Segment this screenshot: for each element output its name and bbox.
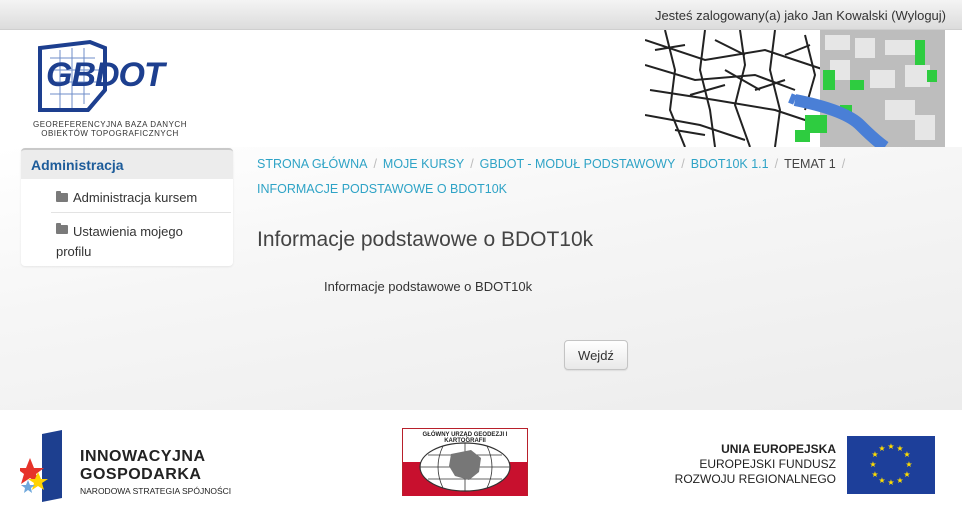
breadcrumb-course[interactable]: GBDOT - MODUŁ PODSTAWOWY xyxy=(480,157,676,171)
city-map-image xyxy=(645,30,945,147)
login-info[interactable]: Jesteś zalogowany(a) jako Jan Kowalski (… xyxy=(655,8,946,23)
sidebar-item-profile-settings[interactable]: Ustawienia mojego profilu xyxy=(56,222,216,262)
breadcrumb-section[interactable]: BDOT10K 1.1 xyxy=(691,157,769,171)
logo-word: GBDOT xyxy=(46,56,165,94)
ig-line2: GOSPODARKA xyxy=(80,466,202,483)
top-bar: Jesteś zalogowany(a) jako Jan Kowalski (… xyxy=(0,0,962,30)
page-title: Informacje podstawowe o BDOT10k xyxy=(257,228,594,251)
sidebar-item-label: Ustawienia mojego profilu xyxy=(56,224,183,259)
eu-line2: EUROPEJSKI FUNDUSZ xyxy=(699,457,836,471)
breadcrumb-home[interactable]: STRONA GŁÓWNA xyxy=(257,157,367,171)
svg-text:★: ★ xyxy=(905,460,912,469)
svg-text:★: ★ xyxy=(896,476,903,485)
svg-text:★: ★ xyxy=(903,470,910,479)
sidebar-divider xyxy=(51,212,231,213)
svg-text:★: ★ xyxy=(887,442,894,451)
svg-text:★: ★ xyxy=(871,470,878,479)
breadcrumb-current-page[interactable]: INFORMACJE PODSTAWOWE O BDOT10K xyxy=(257,182,507,196)
activity-description: Informacje podstawowe o BDOT10k xyxy=(324,279,533,294)
enter-button[interactable]: Wejdź xyxy=(564,340,628,370)
eu-line1: UNIA EUROPEJSKA xyxy=(721,442,836,456)
svg-text:★: ★ xyxy=(878,476,885,485)
svg-text:★: ★ xyxy=(887,478,894,487)
logo-subtitle: GEOREFERENCYJNA BAZA DANYCH OBIEKTÓW TOP… xyxy=(30,120,190,138)
gbdot-logo[interactable]: GBDOT GEOREFERENCYJNA BAZA DANYCH OBIEKT… xyxy=(30,38,190,143)
svg-text:★: ★ xyxy=(878,444,885,453)
svg-text:★: ★ xyxy=(903,450,910,459)
logo-subtitle-line1: GEOREFERENCYJNA BAZA DANYCH xyxy=(33,120,187,129)
breadcrumb-topic: TEMAT 1 xyxy=(784,157,836,171)
breadcrumb-separator: / xyxy=(373,157,377,171)
breadcrumb-separator: / xyxy=(470,157,474,171)
innovative-economy-logo: INNOWACYJNA GOSPODARKA NARODOWA STRATEGI… xyxy=(20,430,250,502)
page-header: GBDOT GEOREFERENCYJNA BAZA DANYCH OBIEKT… xyxy=(0,30,962,147)
administration-block-header: Administracja xyxy=(21,148,233,179)
breadcrumb-separator: / xyxy=(774,157,779,171)
folder-icon xyxy=(56,191,68,202)
breadcrumb: STRONA GŁÓWNA / MOJE KURSY / GBDOT - MODUŁ P… xyxy=(257,152,947,202)
eu-line3: ROZWOJU REGIONALNEGO xyxy=(674,472,836,486)
sidebar-item-course-admin[interactable]: Administracja kursem xyxy=(56,190,197,205)
footer: INNOWACYJNA GOSPODARKA NARODOWA STRATEGI… xyxy=(0,410,962,520)
breadcrumb-my-courses[interactable]: MOJE KURSY xyxy=(383,157,464,171)
gugik-globe-icon xyxy=(403,442,527,496)
ig-line1: INNOWACYJNA xyxy=(80,448,206,465)
folder-icon xyxy=(56,223,68,234)
eu-text: UNIA EUROPEJSKA EUROPEJSKI FUNDUSZ ROZWO… xyxy=(675,442,836,487)
svg-text:★: ★ xyxy=(869,460,876,469)
logo-subtitle-line2: OBIEKTÓW TOPOGRAFICZNYCH xyxy=(41,129,179,138)
breadcrumb-separator: / xyxy=(681,157,685,171)
administration-title[interactable]: Administracja xyxy=(31,157,124,173)
administration-block: Administracja Administracja kursem Ustaw… xyxy=(21,148,233,266)
ig-line3: NARODOWA STRATEGIA SPÓJNOŚCI xyxy=(80,486,232,496)
gugik-logo: GŁÓWNY URZĄD GEODEZJI I KARTOGRAFII xyxy=(402,428,528,496)
innovative-economy-emblem-icon xyxy=(20,430,62,502)
sidebar-item-label: Administracja kursem xyxy=(73,190,198,205)
breadcrumb-separator: / xyxy=(841,157,846,171)
eu-flag-icon: ★ ★★ ★★★ ★★★ ★★★ xyxy=(847,436,935,494)
